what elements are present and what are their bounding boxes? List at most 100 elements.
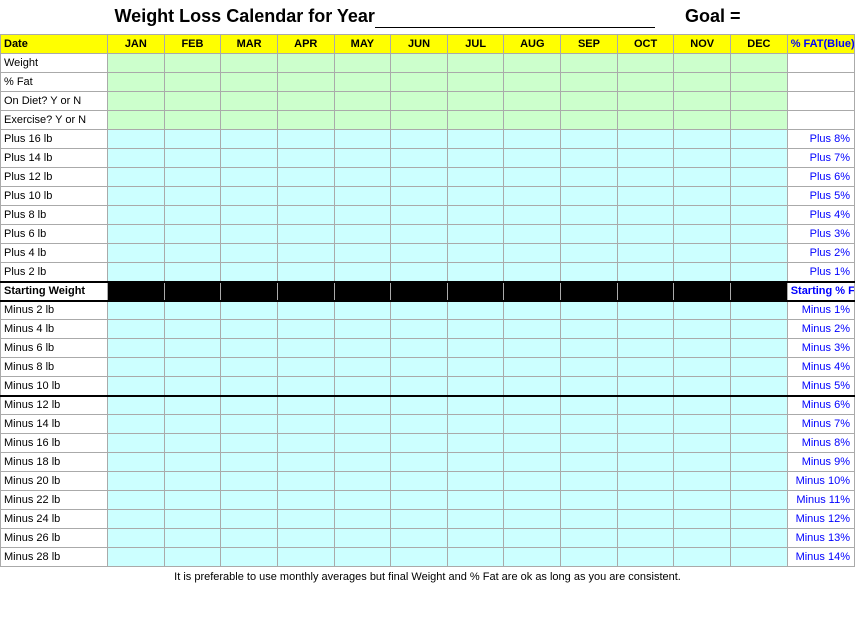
data-cell[interactable]	[391, 453, 448, 472]
data-cell[interactable]	[504, 491, 561, 510]
data-cell[interactable]	[334, 529, 391, 548]
data-cell[interactable]	[617, 111, 674, 130]
data-cell[interactable]	[731, 263, 788, 282]
data-cell[interactable]	[674, 149, 731, 168]
data-cell[interactable]	[277, 206, 334, 225]
data-cell[interactable]	[108, 187, 165, 206]
data-cell[interactable]	[674, 510, 731, 529]
data-cell[interactable]	[391, 54, 448, 73]
data-cell[interactable]	[561, 377, 618, 396]
data-cell[interactable]	[164, 339, 221, 358]
data-cell[interactable]	[108, 54, 165, 73]
data-cell[interactable]	[731, 491, 788, 510]
data-cell[interactable]	[674, 168, 731, 187]
data-cell[interactable]	[504, 377, 561, 396]
data-cell[interactable]	[504, 434, 561, 453]
data-cell[interactable]	[108, 206, 165, 225]
data-cell[interactable]	[391, 396, 448, 415]
data-cell[interactable]	[334, 415, 391, 434]
data-cell[interactable]	[731, 377, 788, 396]
data-cell[interactable]	[277, 491, 334, 510]
data-cell[interactable]	[221, 339, 278, 358]
data-cell[interactable]	[617, 206, 674, 225]
data-cell[interactable]	[391, 206, 448, 225]
data-cell[interactable]	[674, 491, 731, 510]
data-cell[interactable]	[164, 282, 221, 301]
data-cell[interactable]	[221, 396, 278, 415]
data-cell[interactable]	[108, 339, 165, 358]
data-cell[interactable]	[447, 510, 504, 529]
data-cell[interactable]	[277, 92, 334, 111]
data-cell[interactable]	[334, 244, 391, 263]
data-cell[interactable]	[221, 472, 278, 491]
data-cell[interactable]	[504, 130, 561, 149]
data-cell[interactable]	[504, 149, 561, 168]
data-cell[interactable]	[617, 301, 674, 320]
data-cell[interactable]	[108, 149, 165, 168]
data-cell[interactable]	[164, 206, 221, 225]
data-cell[interactable]	[561, 320, 618, 339]
data-cell[interactable]	[447, 339, 504, 358]
data-cell[interactable]	[731, 510, 788, 529]
data-cell[interactable]	[108, 130, 165, 149]
data-cell[interactable]	[731, 472, 788, 491]
data-cell[interactable]	[617, 130, 674, 149]
data-cell[interactable]	[277, 54, 334, 73]
data-cell[interactable]	[447, 548, 504, 567]
data-cell[interactable]	[277, 111, 334, 130]
data-cell[interactable]	[334, 396, 391, 415]
data-cell[interactable]	[221, 225, 278, 244]
data-cell[interactable]	[334, 130, 391, 149]
data-cell[interactable]	[221, 54, 278, 73]
data-cell[interactable]	[221, 282, 278, 301]
data-cell[interactable]	[617, 225, 674, 244]
data-cell[interactable]	[164, 377, 221, 396]
data-cell[interactable]	[674, 339, 731, 358]
data-cell[interactable]	[164, 491, 221, 510]
data-cell[interactable]	[391, 187, 448, 206]
data-cell[interactable]	[617, 168, 674, 187]
data-cell[interactable]	[277, 168, 334, 187]
data-cell[interactable]	[504, 396, 561, 415]
data-cell[interactable]	[617, 548, 674, 567]
data-cell[interactable]	[221, 130, 278, 149]
data-cell[interactable]	[391, 244, 448, 263]
data-cell[interactable]	[617, 472, 674, 491]
data-cell[interactable]	[334, 434, 391, 453]
data-cell[interactable]	[391, 263, 448, 282]
data-cell[interactable]	[504, 358, 561, 377]
data-cell[interactable]	[108, 529, 165, 548]
data-cell[interactable]	[731, 320, 788, 339]
data-cell[interactable]	[108, 377, 165, 396]
data-cell[interactable]	[391, 320, 448, 339]
data-cell[interactable]	[731, 130, 788, 149]
data-cell[interactable]	[391, 415, 448, 434]
data-cell[interactable]	[447, 320, 504, 339]
data-cell[interactable]	[164, 472, 221, 491]
data-cell[interactable]	[674, 206, 731, 225]
data-cell[interactable]	[561, 434, 618, 453]
data-cell[interactable]	[561, 529, 618, 548]
data-cell[interactable]	[277, 187, 334, 206]
data-cell[interactable]	[561, 301, 618, 320]
data-cell[interactable]	[221, 453, 278, 472]
data-cell[interactable]	[277, 225, 334, 244]
data-cell[interactable]	[617, 434, 674, 453]
data-cell[interactable]	[221, 301, 278, 320]
data-cell[interactable]	[221, 434, 278, 453]
data-cell[interactable]	[164, 301, 221, 320]
data-cell[interactable]	[164, 453, 221, 472]
data-cell[interactable]	[334, 168, 391, 187]
data-cell[interactable]	[277, 472, 334, 491]
data-cell[interactable]	[447, 92, 504, 111]
data-cell[interactable]	[731, 548, 788, 567]
data-cell[interactable]	[447, 301, 504, 320]
data-cell[interactable]	[334, 92, 391, 111]
data-cell[interactable]	[674, 396, 731, 415]
data-cell[interactable]	[164, 510, 221, 529]
data-cell[interactable]	[561, 206, 618, 225]
data-cell[interactable]	[391, 377, 448, 396]
data-cell[interactable]	[334, 73, 391, 92]
data-cell[interactable]	[617, 415, 674, 434]
data-cell[interactable]	[447, 377, 504, 396]
